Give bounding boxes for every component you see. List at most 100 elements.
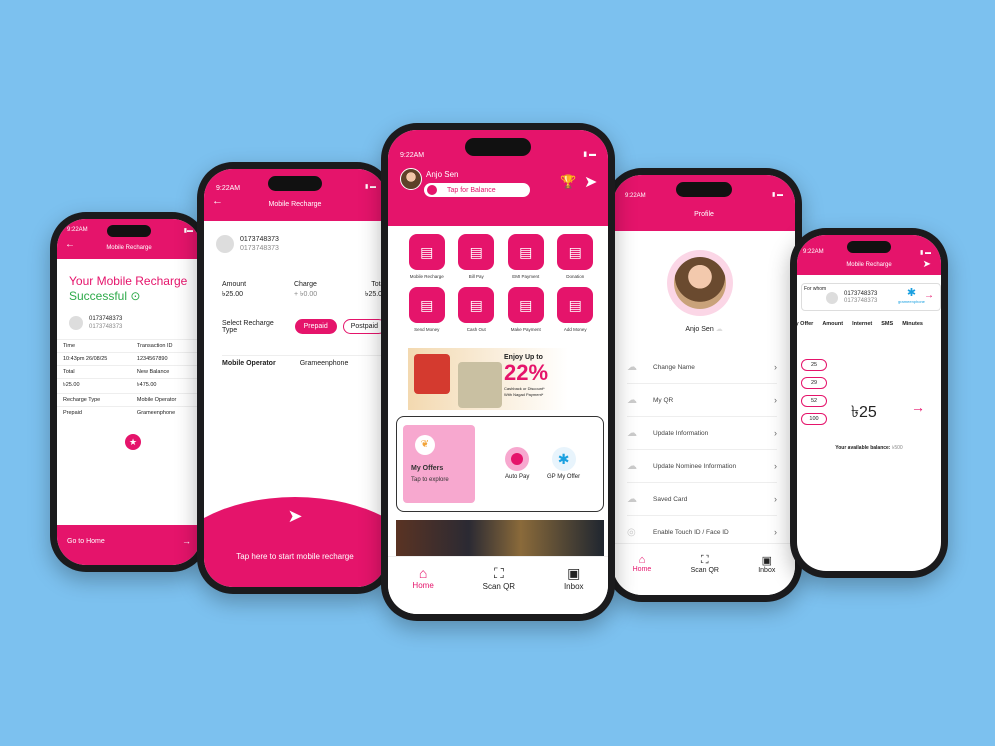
service-label: Donation [566,274,585,279]
nav-home[interactable]: ⌂ Home [633,554,652,573]
bottom-nav: ⌂ Home ⛶ Scan QR ▣ Inbox [613,543,795,595]
profile-name: Anjo Sen ☁ [685,326,723,333]
postpaid-button[interactable]: Postpaid [342,319,386,334]
avatar[interactable] [400,168,422,190]
operator-row: Mobile Operator Grameenphone [222,355,382,367]
service-donation[interactable]: ▤ Donation [551,234,601,279]
battery-icon: ▮ ▬ [365,184,376,190]
movie-banner[interactable] [396,520,604,560]
tab-my-offer[interactable]: My Offer [797,321,813,327]
balance-button[interactable]: Tap for Balance [424,183,530,197]
tab-minutes[interactable]: Minutes [902,321,923,327]
detail-row: 10:43pm 26/08/25 1234567890 [57,352,201,365]
go-home-label: Go to Home [67,537,105,545]
transaction-details: Time Transaction ID 10:43pm 26/08/25 123456… [57,339,201,419]
detail-right: 1234567890 [136,356,168,362]
screen-recharge-form: 9:22AM ▮ ▬ ← Mobile Recharge 0173748373 0… [204,169,386,587]
donation-icon: ▤ [557,234,594,270]
menu-label: Saved Card [653,495,688,503]
bird-logo-icon: ➤ [287,506,303,526]
tab-internet[interactable]: Internet [852,321,872,327]
service-payment[interactable]: ▤ Make Payment [501,287,551,332]
gp-offer-button[interactable]: ✱ GP My Offer [547,447,580,480]
amount-chip[interactable]: 29 [801,377,827,389]
status-time: 9:22AM [67,227,88,233]
emi-icon: ▤ [507,234,544,270]
menu-label: Change Name [653,363,695,371]
detail-row: ৳25.00 ৳475.00 [57,378,201,393]
taka-icon [427,185,437,195]
service-cashout[interactable]: ▤ Cash Out [452,287,502,332]
menu-label: Enable Touch ID / Face ID [653,528,729,536]
recipient-card[interactable]: For whom 0173748373 0173748373 ✱ grameenph… [801,283,941,311]
header-title: Mobile Recharge [268,201,322,208]
operator-logo: ✱ grameenphone [898,287,925,305]
nav-inbox[interactable]: ▣ Inbox [758,554,775,574]
service-bill[interactable]: ▤ Bill Pay [452,234,502,279]
user-name: Anjo Sen [426,170,459,179]
operator-label: Mobile Operator [222,360,276,367]
battery-icon: ▮ ▬ [920,250,931,256]
service-addmoney[interactable]: ▤ Add Money [551,287,601,332]
amount-label: Amount [222,281,247,288]
profile-avatar[interactable] [674,257,726,309]
status-time: 9:22AM [400,152,425,159]
my-offers-tile[interactable]: ❦ My Offers Tap to explore [403,425,475,503]
service-label: Bill Pay [468,274,484,279]
nav-home[interactable]: ⌂ Home [412,565,433,590]
menu-item[interactable]: ☁ Saved Card › [627,483,777,516]
nav-inbox[interactable]: ▣ Inbox [564,565,584,591]
check-circle-icon: ⊙ [130,289,141,303]
service-phone[interactable]: ▤ Mobile Recharge [402,234,452,279]
amount-chip[interactable]: 100 [801,413,827,425]
arrow-right-icon[interactable]: → [924,290,934,301]
go-home-bar[interactable]: Go to Home → [57,525,201,565]
battery-icon: ▮ ▬ [583,151,596,158]
payment-icon: ▤ [507,287,544,323]
star-icon[interactable]: ★ [125,434,141,450]
detail-row: Recharge Type Mobile Operator [57,393,201,406]
amount-chip[interactable]: 25 [801,359,827,371]
cashout-icon: ▤ [458,287,495,323]
service-label: Send Money [414,327,440,332]
menu-item[interactable]: ☁ Update Information › [627,417,777,450]
home-icon: ⌂ [418,565,428,581]
screen-profile: 9:22AM ▮ ▬ Profile Anjo Sen ☁ ☁ Change Na… [613,175,795,595]
start-recharge-label[interactable]: Tap here to start mobile recharge [204,552,386,561]
my-offers-sub: Tap to explore [411,477,449,483]
recipient-row: 0173748373 0173748373 [69,315,122,331]
promo-banner[interactable]: Enjoy Up to 22% Cashback or Discount* Wi… [408,348,568,410]
balance-button-label: Tap for Balance [447,186,496,194]
detail-row: Time Transaction ID [57,339,201,352]
service-send[interactable]: ▤ Send Money [402,287,452,332]
auto-pay-button[interactable]: Auto Pay [505,447,529,480]
tab-amount[interactable]: Amount [822,321,843,327]
menu-item[interactable]: ☁ Change Name › [627,351,777,384]
trophy-icon[interactable]: 🏆 [560,174,576,190]
prepaid-button[interactable]: Prepaid [294,319,337,334]
recharge-type-label: Select Recharge Type [222,319,274,334]
proceed-arrow-icon[interactable]: → [911,399,925,415]
nav-scan-qr[interactable]: ⛶ Scan QR [691,554,719,574]
bottom-nav: ⌂ Home ⛶ Scan QR ▣ Inbox [388,556,608,614]
dynamic-island [676,182,732,197]
cloud-icon: ☁ [627,493,637,505]
cloud-icon: ☁ [627,394,637,406]
menu-label: My QR [653,396,674,404]
service-label: Cash Out [466,327,486,332]
service-label: Add Money [563,327,587,332]
cloud-icon: ☁ [627,427,637,439]
menu-item[interactable]: ☁ Update Nominee Information › [627,450,777,483]
tab-sms[interactable]: SMS [881,321,893,327]
amount-chip[interactable]: 52 [801,395,827,407]
nav-scan-qr[interactable]: ⛶ Scan QR [483,565,515,591]
detail-left: 10:43pm 26/08/25 [63,356,108,362]
recipient-number-2: 0173748373 [240,245,279,252]
avatar-icon [69,316,83,330]
detail-left: ৳25.00 [63,382,80,388]
dynamic-island [268,176,322,191]
service-emi[interactable]: ▤ EMI Payment [501,234,551,279]
recipient-number: 0173748373 [89,316,123,322]
menu-item[interactable]: ☁ My QR › [627,384,777,417]
avatar-ring [667,250,733,316]
